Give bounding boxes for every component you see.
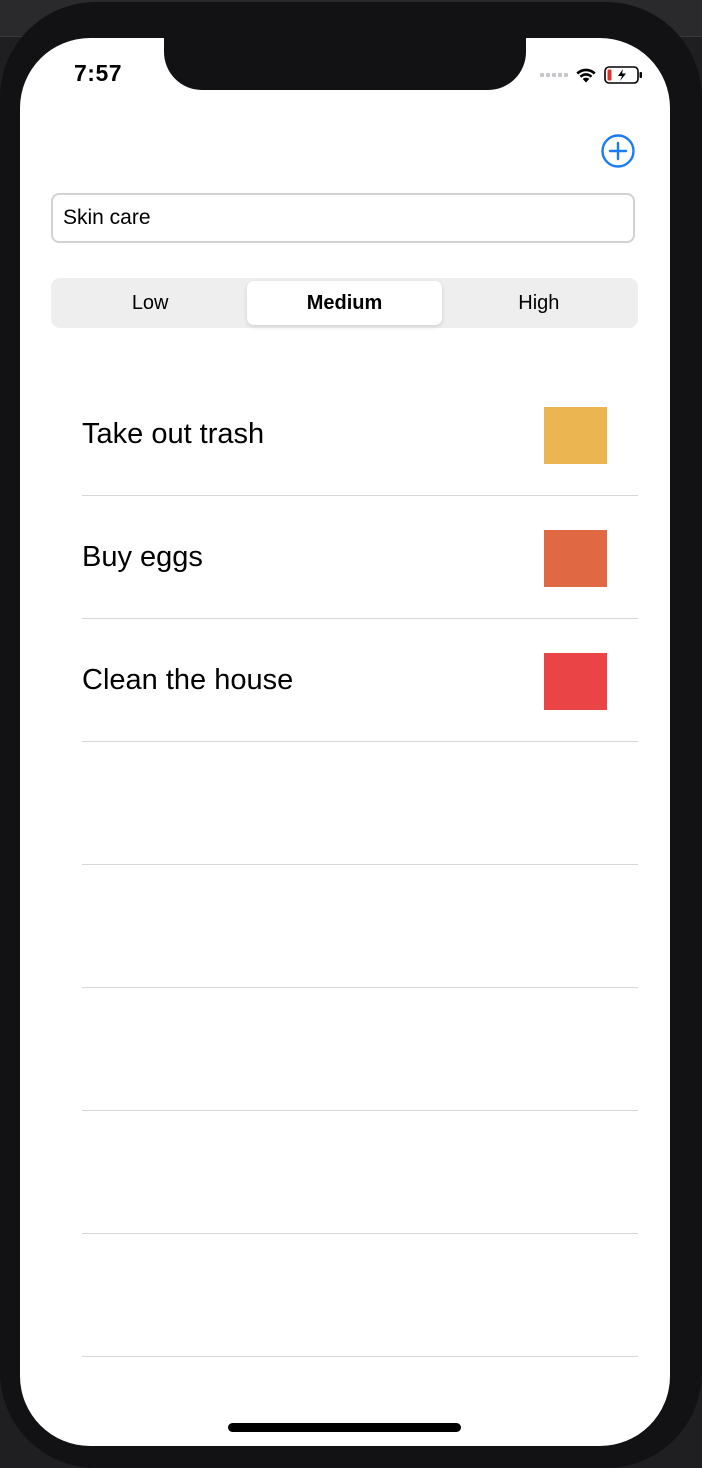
battery-charging-icon — [604, 66, 642, 84]
priority-color-swatch — [544, 407, 607, 464]
task-list: Take out trash Buy eggs Clean the house — [82, 373, 638, 1357]
table-row[interactable]: Buy eggs — [82, 496, 638, 619]
segment-high[interactable]: High — [442, 281, 636, 325]
priority-color-swatch — [544, 653, 607, 710]
app-screen: 7:57 Skin care Low Medium High Take out … — [20, 38, 670, 1446]
signal-icon — [540, 73, 568, 77]
table-row[interactable]: Clean the house — [82, 619, 638, 742]
plus-circle-icon — [601, 134, 635, 168]
phone-frame: 7:57 Skin care Low Medium High Take out … — [0, 2, 702, 1468]
segment-medium[interactable]: Medium — [247, 281, 442, 325]
status-indicators — [540, 65, 644, 85]
status-time: 7:57 — [74, 60, 123, 86]
add-button[interactable] — [600, 133, 636, 169]
notch — [164, 38, 526, 90]
home-indicator[interactable] — [228, 1423, 461, 1432]
task-title: Clean the house — [82, 664, 294, 696]
table-row-empty[interactable] — [82, 1111, 638, 1234]
task-name-field[interactable] — [51, 193, 635, 243]
table-row-empty[interactable] — [82, 865, 638, 988]
task-title: Take out trash — [82, 418, 265, 450]
priority-segmented-control: Low Medium High — [51, 278, 638, 328]
task-title: Buy eggs — [82, 541, 203, 573]
table-row-empty[interactable] — [82, 988, 638, 1111]
segment-low[interactable]: Low — [53, 281, 247, 325]
table-row-empty[interactable] — [82, 742, 638, 865]
priority-color-swatch — [544, 530, 607, 587]
wifi-icon — [576, 68, 596, 83]
table-row[interactable]: Take out trash — [82, 373, 638, 496]
table-row-empty[interactable] — [82, 1234, 638, 1357]
